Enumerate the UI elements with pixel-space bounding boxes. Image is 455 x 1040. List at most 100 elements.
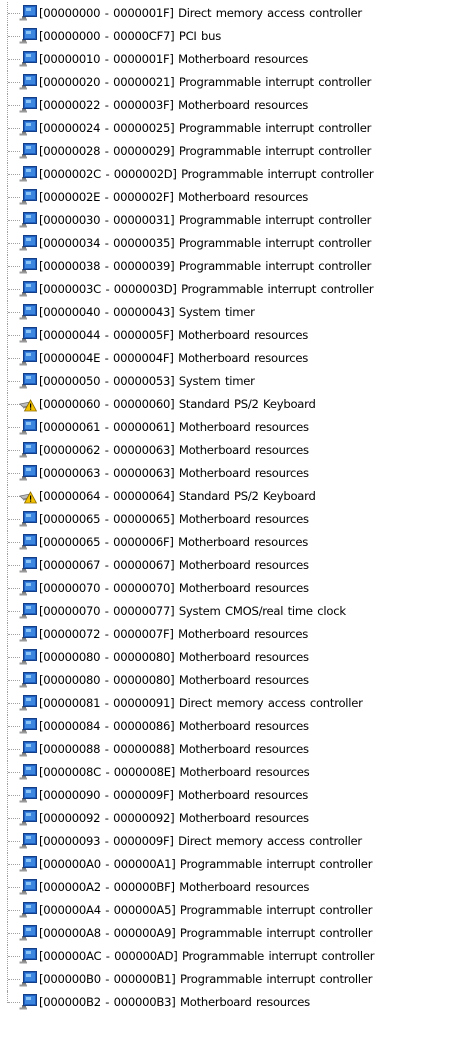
keyboard-warning-icon bbox=[19, 488, 37, 504]
device-icon bbox=[19, 97, 37, 113]
tree-item[interactable]: [00000088 - 00000088] Motherboard resour… bbox=[0, 738, 455, 761]
tree-item[interactable]: [00000062 - 00000063] Motherboard resour… bbox=[0, 439, 455, 462]
tree-item[interactable]: [0000004E - 0000004F] Motherboard resour… bbox=[0, 347, 455, 370]
tree-item[interactable]: [0000003C - 0000003D] Programmable inter… bbox=[0, 278, 455, 301]
io-range: [00000072 - 0000007F] bbox=[39, 627, 174, 641]
tree-item-label: [000000B0 - 000000B1] Programmable inter… bbox=[39, 971, 373, 988]
device-name: Programmable interrupt controller bbox=[179, 857, 373, 871]
device-icon bbox=[19, 718, 37, 734]
tree-item[interactable]: [00000080 - 00000080] Motherboard resour… bbox=[0, 646, 455, 669]
device-icon bbox=[19, 51, 37, 67]
device-name: Standard PS/2 Keyboard bbox=[178, 489, 316, 503]
device-name: Programmable interrupt controller bbox=[178, 144, 372, 158]
device-icon bbox=[19, 350, 37, 366]
tree-item[interactable]: [00000034 - 00000035] Programmable inter… bbox=[0, 232, 455, 255]
tree-item[interactable]: [00000065 - 00000065] Motherboard resour… bbox=[0, 508, 455, 531]
tree-item-label: [0000004E - 0000004F] Motherboard resour… bbox=[39, 350, 308, 367]
io-range: [00000022 - 0000003F] bbox=[39, 98, 174, 112]
tree-item[interactable]: [000000B0 - 000000B1] Programmable inter… bbox=[0, 968, 455, 991]
io-range: [00000063 - 00000063] bbox=[39, 466, 175, 480]
tree-item[interactable]: [00000067 - 00000067] Motherboard resour… bbox=[0, 554, 455, 577]
tree-item[interactable]: [00000072 - 0000007F] Motherboard resour… bbox=[0, 623, 455, 646]
io-range: [00000070 - 00000077] bbox=[39, 604, 175, 618]
tree-item[interactable]: [00000060 - 00000060] Standard PS/2 Keyb… bbox=[0, 393, 455, 416]
tree-item[interactable]: [000000A8 - 000000A9] Programmable inter… bbox=[0, 922, 455, 945]
device-resource-tree: [00000000 - 0000001F] Direct memory acce… bbox=[0, 2, 455, 1014]
io-range: [00000061 - 00000061] bbox=[39, 420, 175, 434]
device-icon bbox=[19, 212, 37, 228]
device-name: Programmable interrupt controller bbox=[178, 213, 372, 227]
io-range: [0000004E - 0000004F] bbox=[39, 351, 174, 365]
io-range: [00000010 - 0000001F] bbox=[39, 52, 174, 66]
tree-item[interactable]: [00000093 - 0000009F] Direct memory acce… bbox=[0, 830, 455, 853]
device-icon bbox=[19, 258, 37, 274]
device-icon bbox=[19, 672, 37, 688]
device-name: Motherboard resources bbox=[179, 765, 310, 779]
tree-item[interactable]: [000000A2 - 000000BF] Motherboard resour… bbox=[0, 876, 455, 899]
tree-item[interactable]: [00000044 - 0000005F] Motherboard resour… bbox=[0, 324, 455, 347]
tree-item[interactable]: [00000090 - 0000009F] Motherboard resour… bbox=[0, 784, 455, 807]
device-icon bbox=[19, 626, 37, 642]
io-range: [00000040 - 00000043] bbox=[39, 305, 175, 319]
tree-item[interactable]: [00000092 - 00000092] Motherboard resour… bbox=[0, 807, 455, 830]
device-name: Programmable interrupt controller bbox=[181, 167, 374, 181]
device-name: Motherboard resources bbox=[178, 535, 309, 549]
device-name: Motherboard resources bbox=[178, 512, 309, 526]
io-range: [00000034 - 00000035] bbox=[39, 236, 175, 250]
device-name: Motherboard resources bbox=[178, 190, 309, 204]
tree-item-label: [00000040 - 00000043] System timer bbox=[39, 304, 255, 321]
io-range: [00000050 - 00000053] bbox=[39, 374, 175, 388]
tree-item[interactable]: [000000A4 - 000000A5] Programmable inter… bbox=[0, 899, 455, 922]
device-icon bbox=[19, 649, 37, 665]
tree-item[interactable]: [00000024 - 00000025] Programmable inter… bbox=[0, 117, 455, 140]
tree-item[interactable]: [00000022 - 0000003F] Motherboard resour… bbox=[0, 94, 455, 117]
tree-item-label: [00000067 - 00000067] Motherboard resour… bbox=[39, 557, 309, 574]
io-range: [0000002C - 0000002D] bbox=[39, 167, 177, 181]
io-range: [000000B2 - 000000B3] bbox=[39, 995, 176, 1009]
tree-item[interactable]: [00000050 - 00000053] System timer bbox=[0, 370, 455, 393]
keyboard-warning-icon bbox=[19, 396, 37, 412]
tree-item-label: [00000081 - 00000091] Direct memory acce… bbox=[39, 695, 363, 712]
io-range: [00000088 - 00000088] bbox=[39, 742, 175, 756]
tree-item[interactable]: [00000070 - 00000077] System CMOS/real t… bbox=[0, 600, 455, 623]
tree-item[interactable]: [00000080 - 00000080] Motherboard resour… bbox=[0, 669, 455, 692]
io-range: [0000003C - 0000003D] bbox=[39, 282, 177, 296]
device-name: Standard PS/2 Keyboard bbox=[178, 397, 316, 411]
tree-item[interactable]: [00000084 - 00000086] Motherboard resour… bbox=[0, 715, 455, 738]
tree-item[interactable]: [00000081 - 00000091] Direct memory acce… bbox=[0, 692, 455, 715]
tree-item-label: [00000080 - 00000080] Motherboard resour… bbox=[39, 672, 309, 689]
tree-item-label: [000000AC - 000000AD] Programmable inter… bbox=[39, 948, 375, 965]
tree-item[interactable]: [00000000 - 00000CF7] PCI bus bbox=[0, 25, 455, 48]
io-range: [00000044 - 0000005F] bbox=[39, 328, 174, 342]
tree-item[interactable]: [000000AC - 000000AD] Programmable inter… bbox=[0, 945, 455, 968]
device-name: Programmable interrupt controller bbox=[178, 121, 372, 135]
device-icon bbox=[19, 327, 37, 343]
device-icon bbox=[19, 856, 37, 872]
tree-item[interactable]: [00000065 - 0000006F] Motherboard resour… bbox=[0, 531, 455, 554]
tree-item-label: [00000070 - 00000070] Motherboard resour… bbox=[39, 580, 309, 597]
device-icon bbox=[19, 764, 37, 780]
tree-item[interactable]: [00000028 - 00000029] Programmable inter… bbox=[0, 140, 455, 163]
tree-item[interactable]: [0000002C - 0000002D] Programmable inter… bbox=[0, 163, 455, 186]
tree-item[interactable]: [00000061 - 00000061] Motherboard resour… bbox=[0, 416, 455, 439]
tree-item[interactable]: [0000008C - 0000008E] Motherboard resour… bbox=[0, 761, 455, 784]
device-name: Motherboard resources bbox=[178, 788, 309, 802]
tree-item[interactable]: [000000B2 - 000000B3] Motherboard resour… bbox=[0, 991, 455, 1014]
tree-item[interactable]: [00000038 - 00000039] Programmable inter… bbox=[0, 255, 455, 278]
io-range: [00000081 - 00000091] bbox=[39, 696, 175, 710]
device-icon bbox=[19, 419, 37, 435]
tree-item[interactable]: [000000A0 - 000000A1] Programmable inter… bbox=[0, 853, 455, 876]
tree-item[interactable]: [0000002E - 0000002F] Motherboard resour… bbox=[0, 186, 455, 209]
tree-item[interactable]: [00000070 - 00000070] Motherboard resour… bbox=[0, 577, 455, 600]
tree-item[interactable]: [00000010 - 0000001F] Motherboard resour… bbox=[0, 48, 455, 71]
tree-item[interactable]: [00000063 - 00000063] Motherboard resour… bbox=[0, 462, 455, 485]
device-icon bbox=[19, 143, 37, 159]
tree-item[interactable]: [00000000 - 0000001F] Direct memory acce… bbox=[0, 2, 455, 25]
tree-item-label: [000000A8 - 000000A9] Programmable inter… bbox=[39, 925, 372, 942]
tree-item[interactable]: [00000064 - 00000064] Standard PS/2 Keyb… bbox=[0, 485, 455, 508]
io-range: [00000000 - 00000CF7] bbox=[39, 29, 175, 43]
tree-item[interactable]: [00000020 - 00000021] Programmable inter… bbox=[0, 71, 455, 94]
tree-item-label: [00000064 - 00000064] Standard PS/2 Keyb… bbox=[39, 488, 316, 505]
tree-item[interactable]: [00000040 - 00000043] System timer bbox=[0, 301, 455, 324]
tree-item[interactable]: [00000030 - 00000031] Programmable inter… bbox=[0, 209, 455, 232]
